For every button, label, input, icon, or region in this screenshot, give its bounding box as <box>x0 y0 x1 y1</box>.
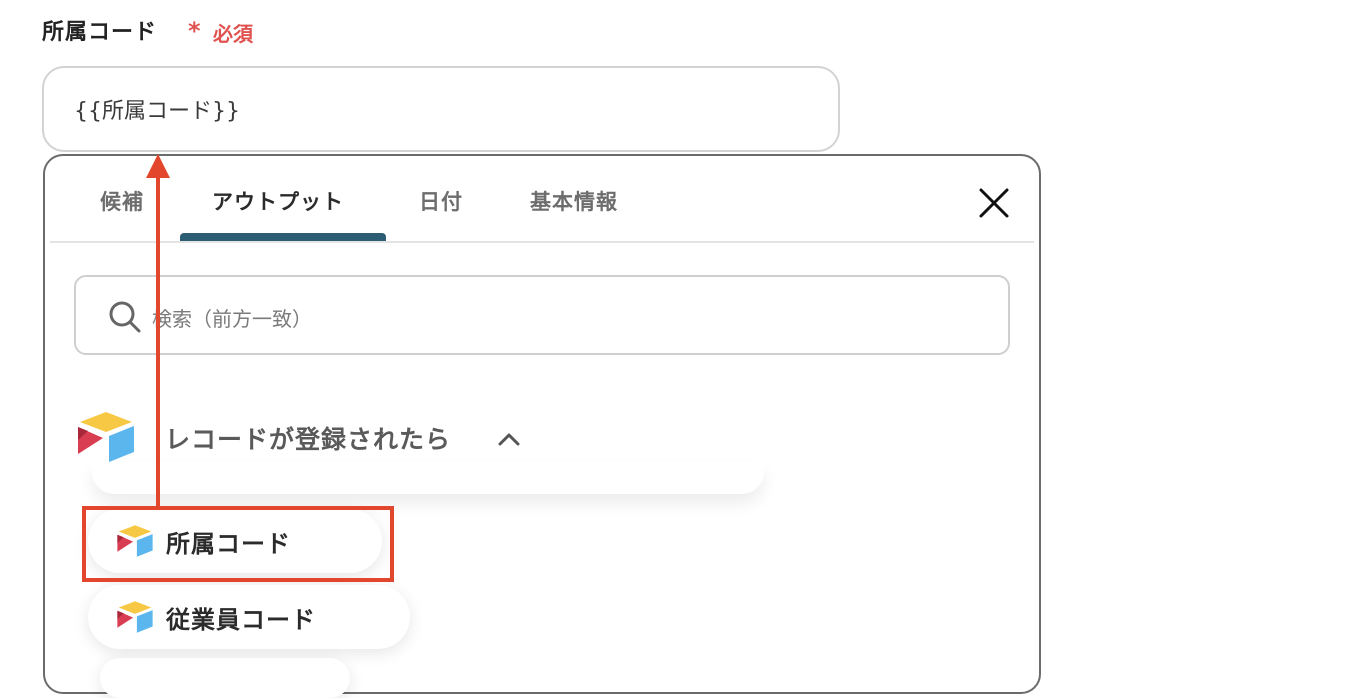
list-item-employee-code[interactable]: 従業員コード <box>88 585 410 649</box>
list-item-partial[interactable] <box>100 658 350 698</box>
active-tab-indicator <box>180 233 386 241</box>
close-icon[interactable] <box>977 186 1011 220</box>
required-text: 必須 <box>213 22 253 46</box>
search-placeholder: 検索（前方一致） <box>152 307 312 331</box>
list-item-partial <box>92 462 764 494</box>
required-asterisk: * <box>188 17 201 45</box>
airtable-logo-icon <box>78 412 134 462</box>
airtable-logo-icon <box>117 601 153 633</box>
field-value: {{所属コード}} <box>74 99 240 124</box>
tab-divider <box>50 241 1034 243</box>
affiliation-code-input[interactable]: {{所属コード}} <box>42 66 840 152</box>
tab-candidates[interactable]: 候補 <box>100 186 144 216</box>
list-item-label: 従業員コード <box>166 605 316 634</box>
search-icon <box>109 301 141 333</box>
tab-output[interactable]: アウトプット <box>212 186 344 216</box>
section-title[interactable]: レコードが登録されたら <box>165 420 451 456</box>
highlight-annotation-box <box>82 506 394 582</box>
tab-basic-info[interactable]: 基本情報 <box>530 186 618 216</box>
field-label: 所属コード <box>42 20 158 45</box>
chevron-up-icon[interactable] <box>496 430 522 448</box>
tab-date[interactable]: 日付 <box>419 186 463 216</box>
